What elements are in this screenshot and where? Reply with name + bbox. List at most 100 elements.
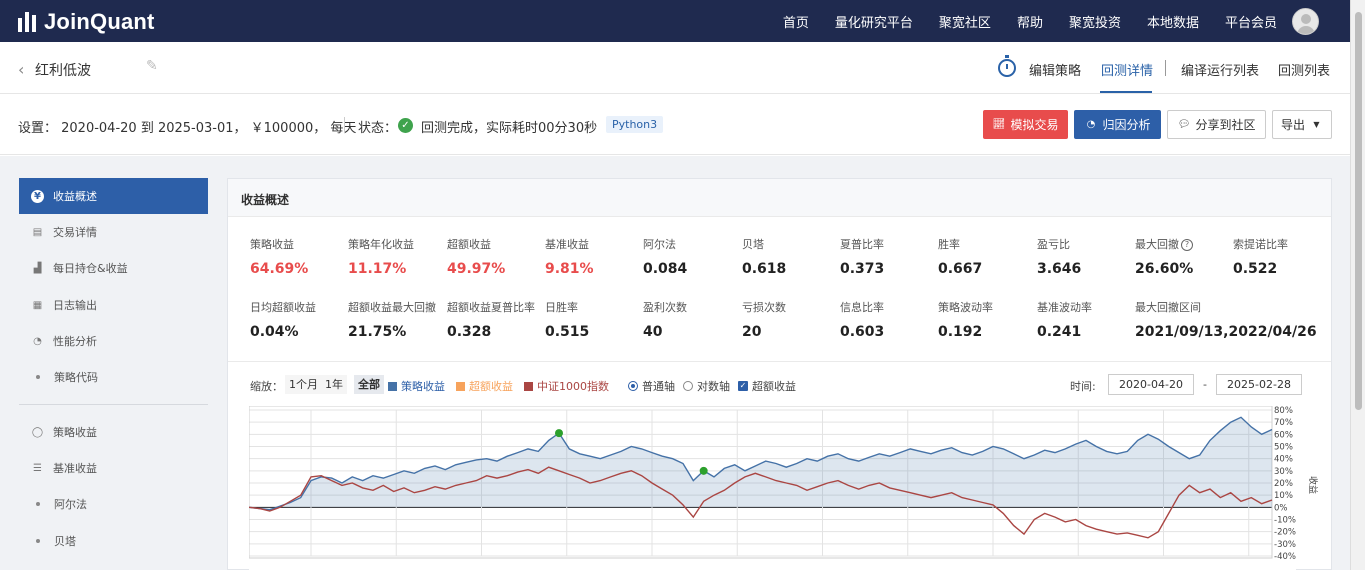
share-community-button[interactable]: 💬︎ 分享到社区 <box>1167 110 1266 139</box>
share-label: 分享到社区 <box>1195 118 1256 132</box>
metric-win-rate: 胜率 0.667 <box>938 236 1036 277</box>
settings-divider <box>344 117 345 133</box>
sidebar-item-label: 性能分析 <box>53 335 97 348</box>
zoom-1-year-button[interactable]: 1年 <box>321 375 347 394</box>
radio-label: 普通轴 <box>642 380 675 393</box>
tab-backtest-detail[interactable]: 回测详情 <box>1101 60 1153 79</box>
panel-header: 收益概述 <box>228 179 1331 217</box>
metric-excess-return: 超额收益 49.97% <box>447 236 545 277</box>
sidebar-item-alpha[interactable]: 阿尔法 <box>19 486 208 522</box>
lightbulb-icon: ◯ <box>31 426 44 438</box>
edit-pencil-icon[interactable]: ✎ <box>146 58 158 74</box>
sidebar-item-label: 阿尔法 <box>54 498 87 511</box>
sidebar-item-label: 基准收益 <box>53 462 97 475</box>
metric-max-drawdown: 最大回撤? 26.60% <box>1135 236 1233 277</box>
bullet-dot <box>36 539 40 543</box>
active-tab-indicator <box>1100 91 1152 93</box>
return-chart[interactable]: 80% 70% 60% 50% 40% 30% 20% 10% 0% -10% -20% -30% -4… <box>249 406 1321 570</box>
metric-excess-sharpe: 超额收益夏普比率 0.328 <box>447 299 545 340</box>
metric-label: 最大回撤区间 <box>1135 301 1201 314</box>
export-dropdown-button[interactable]: 导出 ▼ <box>1272 110 1332 139</box>
y-tick-label: 70% <box>1274 418 1293 428</box>
y-tick-label: 60% <box>1274 430 1293 440</box>
sidebar-item-performance[interactable]: ◔ 性能分析 <box>19 323 208 359</box>
sidebar-item-daily-holdings[interactable]: ▟ 每日持仓&收益 <box>19 250 208 286</box>
sidebar-item-benchmark-return[interactable]: ☰ 基准收益 <box>19 450 208 486</box>
excess-return-checkbox[interactable]: ✓ 超额收益 <box>738 378 796 394</box>
metric-value: 0.084 <box>643 261 688 277</box>
status-text: 回测完成，实际耗时00分30秒 <box>421 121 598 136</box>
sidebar-item-overview[interactable]: ¥ 收益概述 <box>19 178 208 214</box>
panel-title: 收益概述 <box>241 193 290 207</box>
tab-backtest-list[interactable]: 回测列表 <box>1278 60 1330 79</box>
settings-bar: 设置： 2020-04-20 到 2025-03-01， ￥100000， 每天… <box>0 95 1350 155</box>
legend-swatch <box>388 381 397 391</box>
nav-home[interactable]: 首页 <box>783 12 809 31</box>
metric-label: 基准收益 <box>545 238 589 251</box>
normal-axis-radio[interactable]: 普通轴 <box>628 378 675 394</box>
nav-community[interactable]: 聚宽社区 <box>939 12 991 31</box>
attribution-analysis-button[interactable]: ◔ 归因分析 <box>1074 110 1161 139</box>
y-tick-label: 10% <box>1274 491 1293 501</box>
sidebar-item-beta[interactable]: 贝塔 <box>19 523 208 559</box>
chat-bubble-icon: 💬︎ <box>1177 119 1191 130</box>
sidebar-item-strategy-return[interactable]: ◯ 策略收益 <box>19 414 208 450</box>
metric-label: 日均超额收益 <box>250 301 316 314</box>
metric-value: 20 <box>742 324 762 340</box>
nav-membership[interactable]: 平台会员 <box>1225 12 1277 31</box>
legend-excess-return[interactable]: 超额收益 <box>456 378 513 394</box>
metric-label: 夏普比率 <box>840 238 884 251</box>
metric-max-drawdown-period: 最大回撤区间 2021/09/13,2022/04/26 <box>1135 299 1325 340</box>
page-scrollbar[interactable] <box>1350 0 1365 570</box>
question-circle-icon[interactable]: ? <box>1181 239 1193 251</box>
tab-edit-strategy[interactable]: 编辑策略 <box>1029 60 1081 79</box>
calendar-icon: ▦ <box>32 299 43 311</box>
radio-label: 对数轴 <box>697 380 730 393</box>
joinquant-logo[interactable]: JoinQuant <box>18 9 155 35</box>
bar-chart-icon: ▟ <box>33 262 42 274</box>
date-from-input[interactable]: 2020-04-20 <box>1108 374 1194 395</box>
metric-strategy-return: 策略收益 64.69% <box>250 236 348 277</box>
legend-label: 中证1000指数 <box>537 380 609 393</box>
drawdown-marker <box>555 429 563 438</box>
legend-strategy-return[interactable]: 策略收益 <box>388 378 445 394</box>
sidebar-item-label: 交易详情 <box>53 226 97 239</box>
legend-benchmark[interactable]: 中证1000指数 <box>524 378 609 394</box>
zoom-all-button[interactable]: 全部 <box>354 375 384 394</box>
nav-local-data[interactable]: 本地数据 <box>1147 12 1199 31</box>
date-to-input[interactable]: 2025-02-28 <box>1216 374 1302 395</box>
database-icon: ☰ <box>33 462 42 474</box>
nav-research[interactable]: 量化研究平台 <box>835 12 913 31</box>
date-separator: - <box>1203 378 1207 391</box>
metric-label: 策略年化收益 <box>348 238 414 251</box>
metric-sortino: 索提诺比率 0.522 <box>1233 236 1331 277</box>
metric-label: 亏损次数 <box>742 301 786 314</box>
y-tick-label: 20% <box>1274 479 1293 489</box>
sidebar-item-label: 日志输出 <box>53 299 97 312</box>
tab-compile-run-list[interactable]: 编译运行列表 <box>1181 60 1259 79</box>
metric-label: 最大回撤? <box>1135 236 1233 252</box>
metric-alpha: 阿尔法 0.084 <box>643 236 741 277</box>
strategy-bar: ‹ 红利低波 ✎ 编辑策略 回测详情 编译运行列表 回测列表 <box>0 42 1350 94</box>
metric-label: 盈亏比 <box>1037 238 1070 251</box>
caret-down-icon: ▼ <box>1313 120 1320 129</box>
sidebar-item-strategy-code[interactable]: 策略代码 <box>19 359 208 395</box>
user-avatar[interactable] <box>1292 8 1319 35</box>
simulate-trade-button[interactable]: 📈︎ 模拟交易 <box>983 110 1068 139</box>
chevron-left-icon[interactable]: ‹ <box>18 60 24 79</box>
checkbox-label: 超额收益 <box>752 380 796 393</box>
sidebar-item-log-output[interactable]: ▦ 日志输出 <box>19 287 208 323</box>
metric-information-ratio: 信息比率 0.603 <box>840 299 938 340</box>
log-axis-radio[interactable]: 对数轴 <box>683 378 730 394</box>
sidebar-item-trade-detail[interactable]: ▤ 交易详情 <box>19 214 208 250</box>
y-tick-label: -40% <box>1274 552 1296 562</box>
top-nav: JoinQuant 首页 量化研究平台 聚宽社区 帮助 聚宽投资 本地数据 平台… <box>0 0 1365 42</box>
bullet-dot <box>36 375 40 379</box>
metric-benchmark-volatility: 基准波动率 0.241 <box>1037 299 1135 340</box>
metric-sharpe: 夏普比率 0.373 <box>840 236 938 277</box>
scrollbar-thumb[interactable] <box>1355 12 1362 410</box>
zoom-1-month-button[interactable]: 1个月 <box>285 375 322 394</box>
nav-help[interactable]: 帮助 <box>1017 12 1043 31</box>
nav-invest[interactable]: 聚宽投资 <box>1069 12 1121 31</box>
metric-label: 信息比率 <box>840 301 884 314</box>
